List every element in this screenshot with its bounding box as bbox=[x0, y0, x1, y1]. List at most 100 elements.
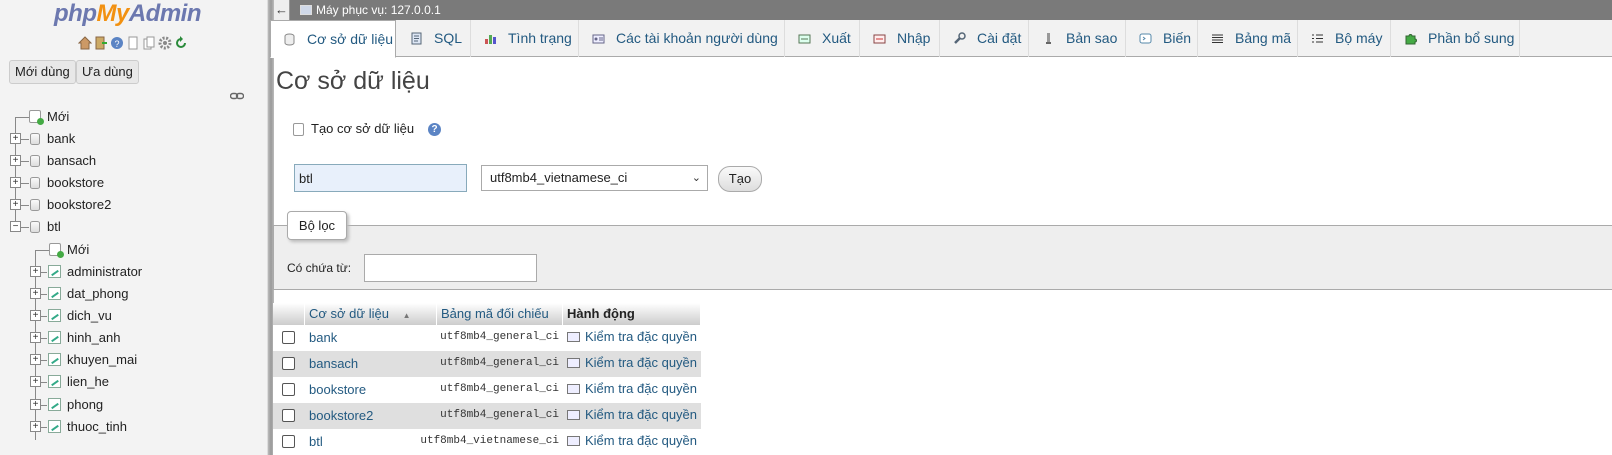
tab-user-accounts[interactable]: Các tài khoản người dùng bbox=[580, 20, 785, 57]
recent-tables-button[interactable]: Mới dùng bbox=[9, 60, 76, 84]
row-checkbox[interactable] bbox=[282, 331, 295, 344]
tab-settings[interactable]: Cài đặt bbox=[941, 20, 1029, 57]
tree-item-table-administrator[interactable]: + administrator bbox=[0, 261, 260, 283]
tab-sql[interactable]: SQL bbox=[398, 20, 471, 57]
tree-item-table-phong[interactable]: + phong bbox=[0, 394, 260, 416]
tab-status[interactable]: Tình trạng bbox=[472, 20, 579, 57]
row-checkbox[interactable] bbox=[282, 383, 295, 396]
tree-item-db-bookstore[interactable]: + bookstore bbox=[0, 172, 260, 194]
expand-icon[interactable]: + bbox=[30, 332, 41, 343]
tab-export[interactable]: Xuất bbox=[786, 20, 860, 57]
tab-import[interactable]: Nhập bbox=[861, 20, 940, 57]
expand-icon[interactable]: + bbox=[30, 376, 41, 387]
database-link[interactable]: bookstore bbox=[309, 382, 366, 397]
expand-icon[interactable]: + bbox=[10, 199, 21, 210]
collapse-sidebar-arrow-icon[interactable]: ← bbox=[274, 0, 290, 20]
database-link[interactable]: bookstore2 bbox=[309, 408, 373, 423]
row-checkbox[interactable] bbox=[282, 357, 295, 370]
header-database-name[interactable]: Cơ sở dữ liệu ▲ bbox=[305, 303, 437, 325]
chevron-down-icon: ⌄ bbox=[691, 172, 701, 184]
check-privileges-link[interactable]: Kiểm tra đặc quyền bbox=[567, 381, 697, 396]
tab-replication[interactable]: Bản sao bbox=[1030, 20, 1126, 57]
collation-value: utf8mb4_vietnamese_ci bbox=[420, 435, 559, 447]
row-checkbox[interactable] bbox=[282, 409, 295, 422]
docs-icon[interactable] bbox=[126, 36, 140, 50]
tree-item-new-database[interactable]: Mới bbox=[0, 106, 260, 128]
expand-icon[interactable]: + bbox=[30, 421, 41, 432]
tab-label: Các tài khoản người dùng bbox=[616, 30, 778, 46]
filter-contains-label: Có chứa từ: bbox=[287, 261, 352, 275]
tab-charsets[interactable]: Bảng mã bbox=[1199, 20, 1298, 57]
tab-label: Nhập bbox=[897, 30, 931, 46]
check-privileges-link[interactable]: Kiểm tra đặc quyền bbox=[567, 433, 697, 448]
action-label: Kiểm tra đặc quyền bbox=[585, 433, 698, 448]
tree-item-db-bansach[interactable]: + bansach bbox=[0, 150, 260, 172]
server-breadcrumb-bar: ← Máy phục vụ: 127.0.0.1 bbox=[274, 0, 1612, 20]
database-icon bbox=[284, 33, 295, 46]
expand-icon[interactable]: + bbox=[10, 177, 21, 188]
favorite-tables-button[interactable]: Ưa dùng bbox=[76, 60, 139, 84]
phpmyadmin-logo[interactable]: phpMyAdmin bbox=[54, 0, 202, 28]
tree-item-new-table[interactable]: Mới bbox=[0, 239, 260, 261]
tree-item-table-khuyen_mai[interactable]: + khuyen_mai bbox=[0, 349, 260, 371]
tree-line bbox=[15, 117, 29, 118]
help-icon[interactable]: ? bbox=[110, 36, 124, 50]
variables-icon bbox=[1139, 33, 1152, 44]
link-icon[interactable] bbox=[230, 92, 244, 100]
tab-variables[interactable]: Biến bbox=[1127, 20, 1198, 57]
tree-item-table-lien_he[interactable]: + lien_he bbox=[0, 371, 260, 393]
new-database-icon bbox=[29, 110, 44, 125]
settings-icon[interactable] bbox=[158, 36, 172, 50]
check-privileges-link[interactable]: Kiểm tra đặc quyền bbox=[567, 355, 697, 370]
tree-item-db-bank[interactable]: + bank bbox=[0, 128, 260, 150]
tab-databases[interactable]: Cơ sở dữ liệu bbox=[270, 20, 396, 58]
tree-item-table-thuoc_tinh[interactable]: + thuoc_tinh bbox=[0, 416, 260, 438]
expand-icon[interactable]: + bbox=[10, 133, 21, 144]
database-link[interactable]: bansach bbox=[309, 356, 358, 371]
database-link[interactable]: bank bbox=[309, 330, 337, 345]
expand-icon[interactable]: + bbox=[10, 155, 21, 166]
tab-plugins[interactable]: Phần bổ sung bbox=[1392, 20, 1520, 57]
expand-icon[interactable]: + bbox=[30, 310, 41, 321]
header-action: Hành động bbox=[563, 303, 701, 325]
privileges-icon bbox=[567, 436, 580, 446]
expand-icon[interactable]: + bbox=[30, 288, 41, 299]
filter-contains-input[interactable] bbox=[364, 254, 537, 282]
expand-icon[interactable]: + bbox=[30, 354, 41, 365]
tree-item-db-btl[interactable]: − btl bbox=[0, 216, 260, 238]
replication-icon bbox=[1046, 33, 1051, 44]
tab-engines[interactable]: Bộ máy bbox=[1299, 20, 1391, 57]
tree-item-label: khuyen_mai bbox=[67, 352, 138, 367]
expand-icon[interactable]: + bbox=[30, 399, 41, 410]
database-link[interactable]: btl bbox=[309, 434, 323, 449]
table-row: bank utf8mb4_general_ci Kiểm tra đặc quy… bbox=[273, 325, 701, 351]
exit-icon[interactable] bbox=[94, 36, 108, 50]
expand-icon[interactable]: + bbox=[30, 266, 41, 277]
check-privileges-link[interactable]: Kiểm tra đặc quyền bbox=[567, 407, 697, 422]
check-privileges-link[interactable]: Kiểm tra đặc quyền bbox=[567, 329, 697, 344]
collapse-icon[interactable]: − bbox=[10, 221, 21, 232]
row-checkbox[interactable] bbox=[282, 435, 295, 448]
tree-item-db-bookstore2[interactable]: + bookstore2 bbox=[0, 194, 260, 216]
server-breadcrumb[interactable]: Máy phục vụ: 127.0.0.1 bbox=[316, 0, 441, 20]
tree-item-label: dich_vu bbox=[67, 308, 112, 323]
database-name-input[interactable] bbox=[294, 164, 467, 192]
create-database-button[interactable]: Tạo bbox=[718, 166, 762, 192]
privileges-icon bbox=[567, 332, 580, 342]
new-database-icon bbox=[293, 123, 304, 136]
main-menu-tabs: Cơ sở dữ liệu SQL Tình trạng Các tài kho… bbox=[270, 20, 1612, 58]
help-icon[interactable]: ? bbox=[428, 123, 441, 136]
tree-item-table-dich_vu[interactable]: + dich_vu bbox=[0, 305, 260, 327]
sql-icon bbox=[411, 32, 422, 45]
header-collation[interactable]: Bảng mã đối chiếu bbox=[437, 303, 563, 325]
tree-item-label: lien_he bbox=[67, 374, 109, 389]
table-row: btl utf8mb4_vietnamese_ci Kiểm tra đặc q… bbox=[273, 429, 701, 455]
copy-icon[interactable] bbox=[142, 36, 156, 50]
reload-icon[interactable] bbox=[174, 36, 188, 50]
tree-item-table-dat_phong[interactable]: + dat_phong bbox=[0, 283, 260, 305]
home-icon[interactable] bbox=[78, 36, 92, 50]
privileges-icon bbox=[567, 358, 580, 368]
tree-item-table-hinh_anh[interactable]: + hinh_anh bbox=[0, 327, 260, 349]
table-icon bbox=[48, 331, 61, 344]
collation-select[interactable]: utf8mb4_vietnamese_ci ⌄ bbox=[481, 165, 708, 191]
